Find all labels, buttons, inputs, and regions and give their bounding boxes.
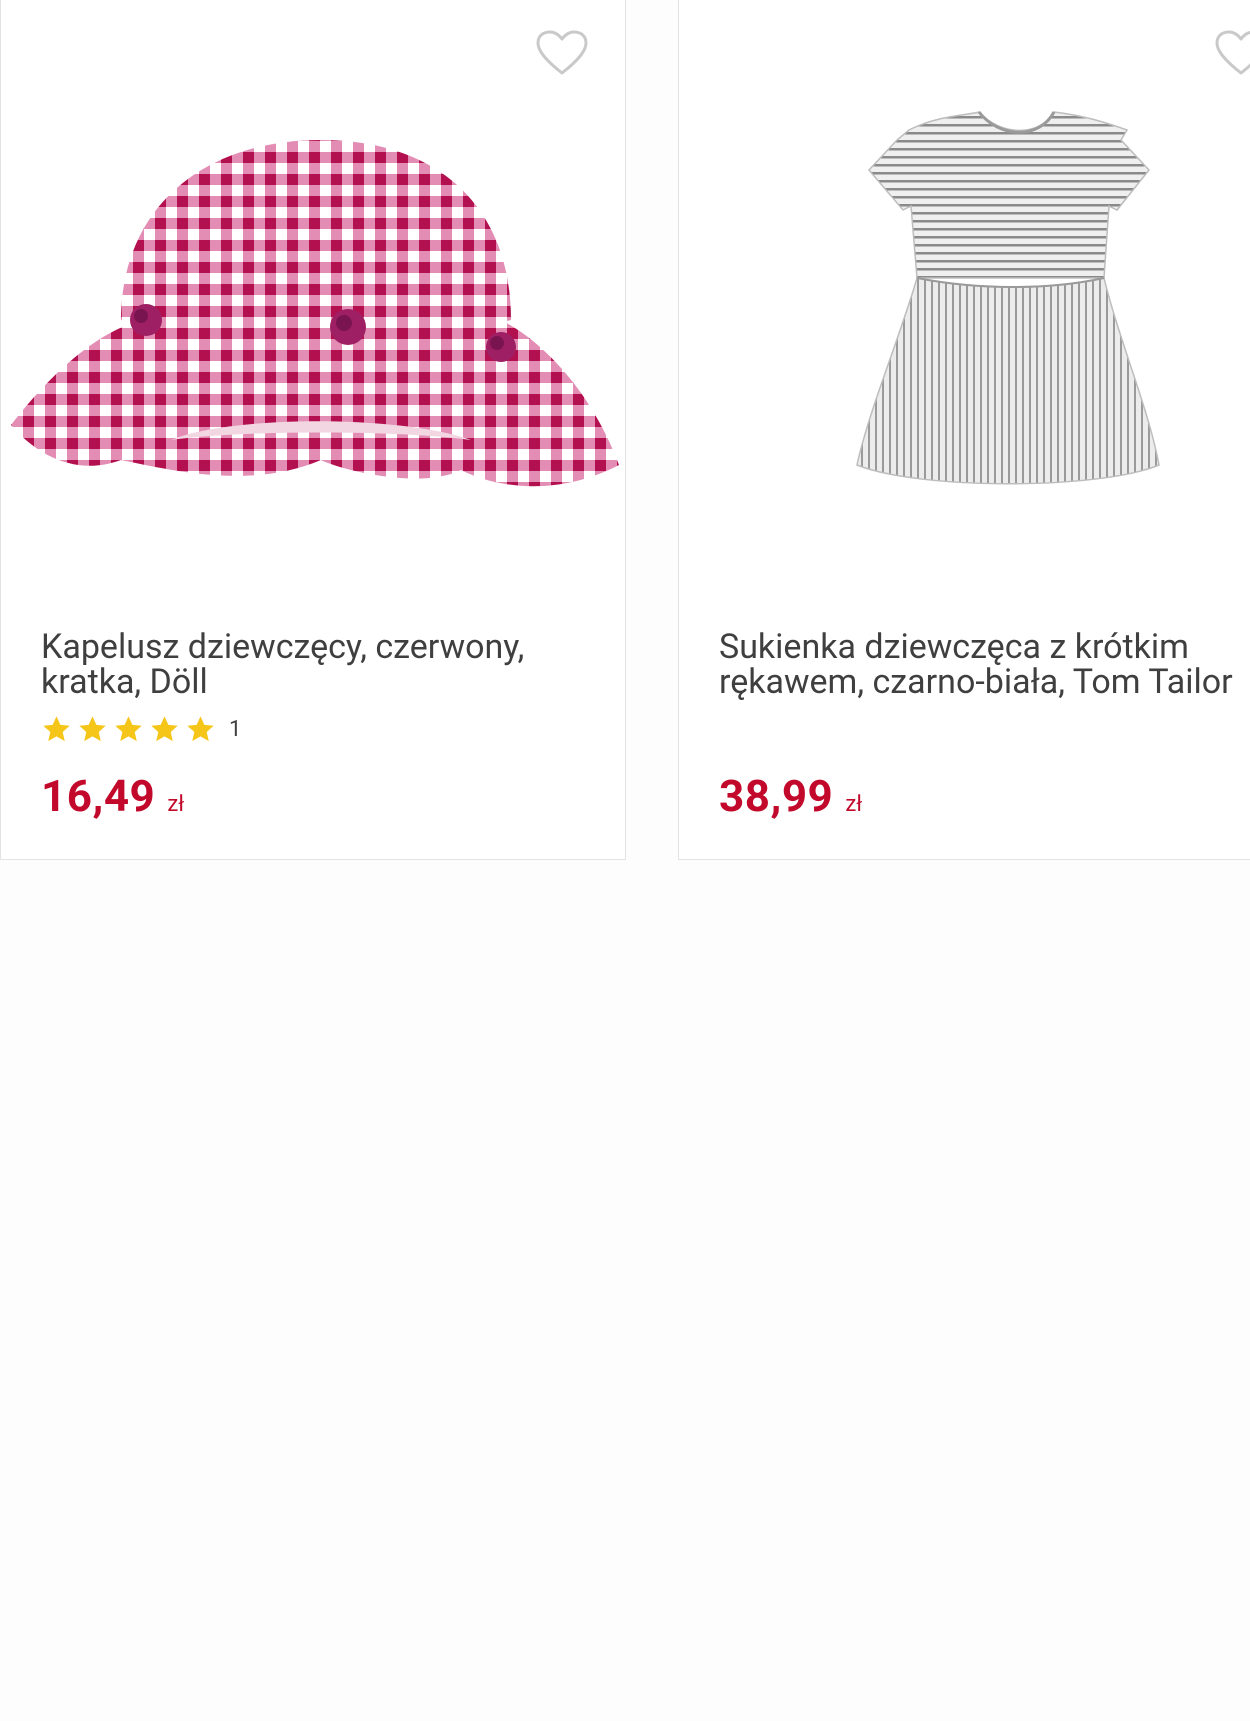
- gingham-hat-icon: [11, 140, 619, 487]
- price-value: 16,49: [41, 770, 156, 822]
- star-icon: [79, 715, 106, 741]
- striped-dress-icon: [856, 111, 1160, 485]
- star-icon: [43, 715, 70, 741]
- star-icon: [115, 715, 142, 741]
- product-image[interactable]: [679, 20, 1250, 580]
- product-card[interactable]: Kapelusz dziewczęcy, czerwony, kratka, D…: [0, 0, 626, 860]
- product-title[interactable]: Kapelusz dziewczęcy, czerwony, kratka, D…: [41, 630, 601, 700]
- product-card[interactable]: Sukienka dziewczęca z krótkim rękawem, c…: [678, 0, 1250, 860]
- price-value: 38,99: [719, 770, 834, 822]
- product-title[interactable]: Sukienka dziewczęca z krótkim rękawem, c…: [719, 630, 1250, 700]
- product-rating: 1: [41, 712, 241, 746]
- price-currency: zł: [167, 792, 185, 817]
- price-currency: zł: [845, 792, 863, 817]
- star-icon: [151, 715, 178, 741]
- rating-count: 1: [229, 716, 242, 742]
- product-image[interactable]: [1, 20, 625, 580]
- product-grid: Kapelusz dziewczęcy, czerwony, kratka, D…: [0, 0, 1250, 1721]
- product-price: 38,99 zł: [719, 770, 862, 822]
- product-price: 16,49 zł: [41, 770, 184, 822]
- star-icon: [187, 715, 214, 741]
